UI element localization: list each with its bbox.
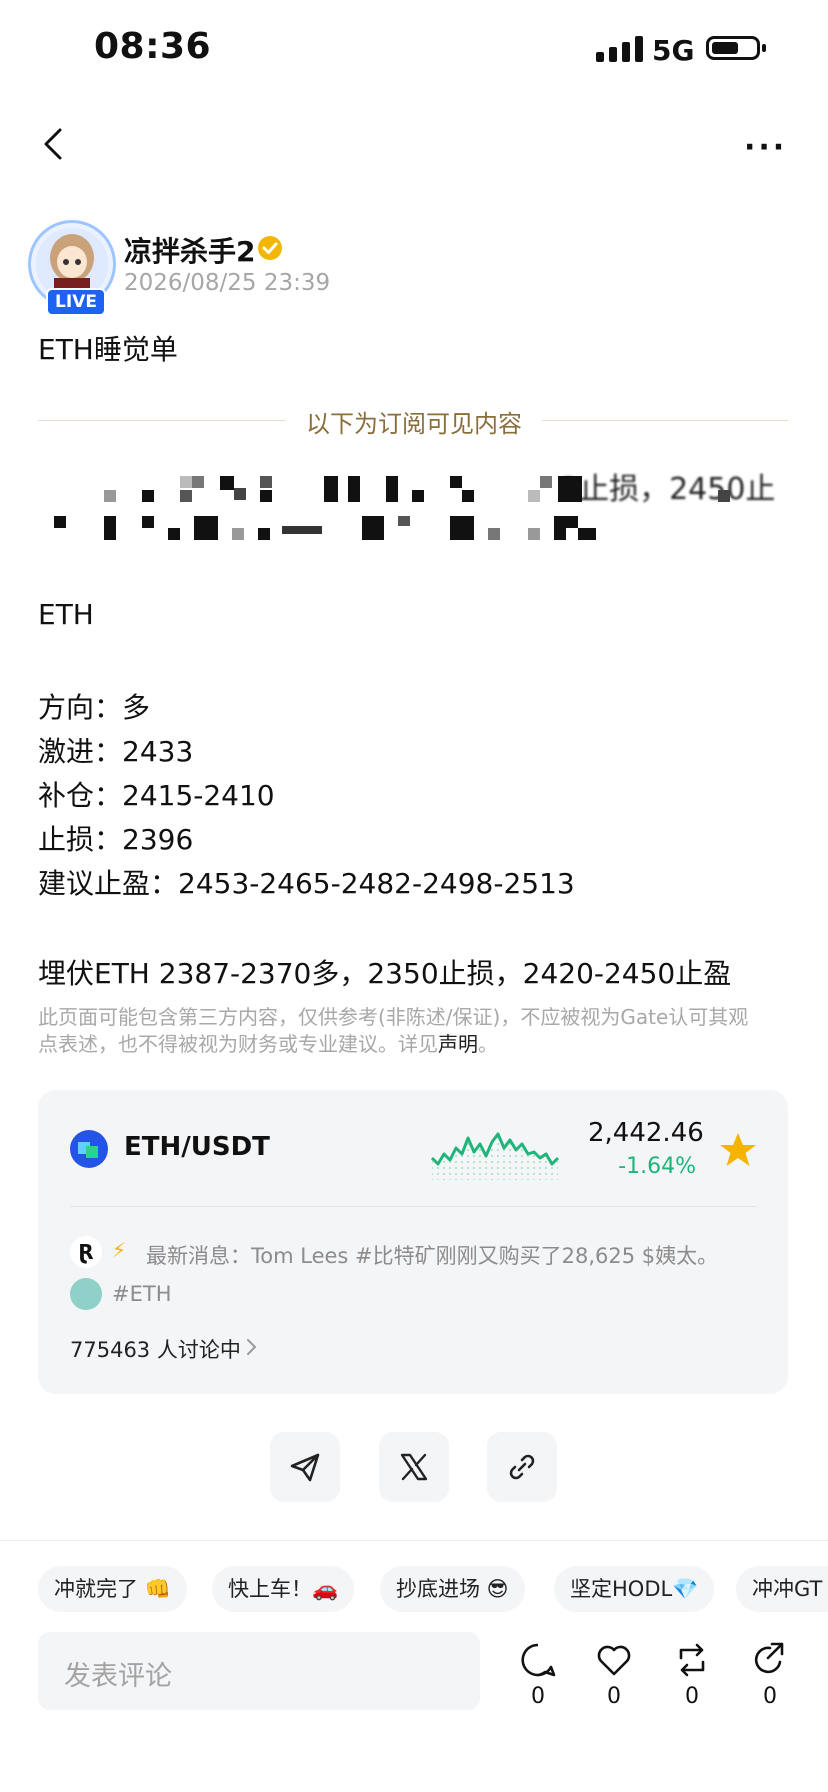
disclaimer-text: 此页面可能包含第三方内容，仅供参考(非陈述/保证)，不应被视为Gate认可其观点… (38, 1005, 749, 1056)
post-line-take-profit: 建议止盈：2453-2465-2482-2498-2513 (38, 867, 575, 900)
hashtag-eth[interactable]: #ETH (112, 1282, 171, 1306)
status-time: 08:36 (94, 26, 212, 67)
blurred-mosaic (54, 476, 730, 540)
section-divider (0, 1540, 828, 1541)
post-timestamp: 2026/08/25 23:39 (124, 270, 331, 296)
latest-news[interactable]: 最新消息：Tom Lees #比特矿刚刚又购买了28,625 $姨太。 (146, 1240, 718, 1270)
live-badge: LIVE (46, 288, 106, 316)
price-change: -1.64% (618, 1154, 696, 1179)
post-line-add-position: 补仓：2415-2410 (38, 779, 275, 812)
divider-right (542, 420, 788, 421)
eth-coin-icon (70, 1130, 108, 1168)
battery-icon (706, 36, 766, 60)
comment-icon[interactable] (518, 1640, 558, 1680)
verified-badge-icon (258, 236, 282, 260)
post-line-direction: 方向：多 (38, 691, 151, 724)
post-line-stop-loss: 止损：2396 (38, 823, 194, 856)
bolt-icon: ⚡ (112, 1238, 127, 1262)
repost-count: 0 (685, 1684, 699, 1709)
post-line-entry: 激进：2433 (38, 735, 194, 768)
news-source-logo: Ɽ (70, 1236, 102, 1268)
quick-reply-chip[interactable]: 快上车！🚗 (212, 1566, 355, 1612)
price-sparkline (430, 1132, 560, 1180)
signal-icon (596, 34, 643, 62)
share-telegram-button[interactable] (270, 1432, 340, 1502)
subscriber-content-label: 以下为订阅可见内容 (306, 410, 522, 438)
quick-reply-chip[interactable]: 冲就完了 👊 (38, 1566, 187, 1612)
share-x-button[interactable] (379, 1432, 449, 1502)
like-count: 0 (607, 1684, 621, 1709)
comment-placeholder: 发表评论 (64, 1661, 172, 1692)
x-logo-icon (400, 1453, 428, 1481)
chevron-right-icon[interactable] (244, 1336, 260, 1358)
more-dots-icon[interactable]: ··· (744, 130, 787, 165)
share-icon[interactable] (750, 1640, 790, 1680)
post-line-asset: ETH (38, 598, 94, 631)
copy-link-button[interactable] (487, 1432, 557, 1502)
trading-pair[interactable]: ETH/USDT (124, 1132, 270, 1162)
quick-reply-chip[interactable]: 坚定HODL💎 (554, 1566, 715, 1612)
last-price: 2,442.46 (588, 1118, 704, 1148)
telegram-icon (290, 1453, 320, 1482)
star-icon[interactable] (718, 1130, 758, 1170)
post-title: ETH睡觉单 (38, 333, 178, 366)
post-line-ambush: 埋伏ETH 2387-2370多，2350止损，2420-2450止盈 (38, 957, 732, 990)
divider-left (38, 420, 286, 421)
heart-icon[interactable] (594, 1640, 634, 1680)
quick-reply-chip[interactable]: 抄底进场 😎 (380, 1566, 525, 1612)
discussion-count[interactable]: 775463 人讨论中 (70, 1334, 241, 1364)
author-name[interactable]: 凉拌杀手2 (124, 230, 255, 270)
link-icon (509, 1454, 535, 1480)
share-count: 0 (763, 1684, 777, 1709)
disclaimer-link[interactable]: 声明 (438, 1032, 478, 1056)
tag-avatar (70, 1278, 102, 1310)
repost-icon[interactable] (672, 1640, 712, 1680)
quick-reply-chip[interactable]: 冲冲GT (736, 1566, 828, 1612)
network-label: 5G (652, 34, 695, 67)
comment-count: 0 (531, 1684, 545, 1709)
back-chevron-icon[interactable] (36, 124, 76, 164)
card-divider (70, 1206, 756, 1207)
